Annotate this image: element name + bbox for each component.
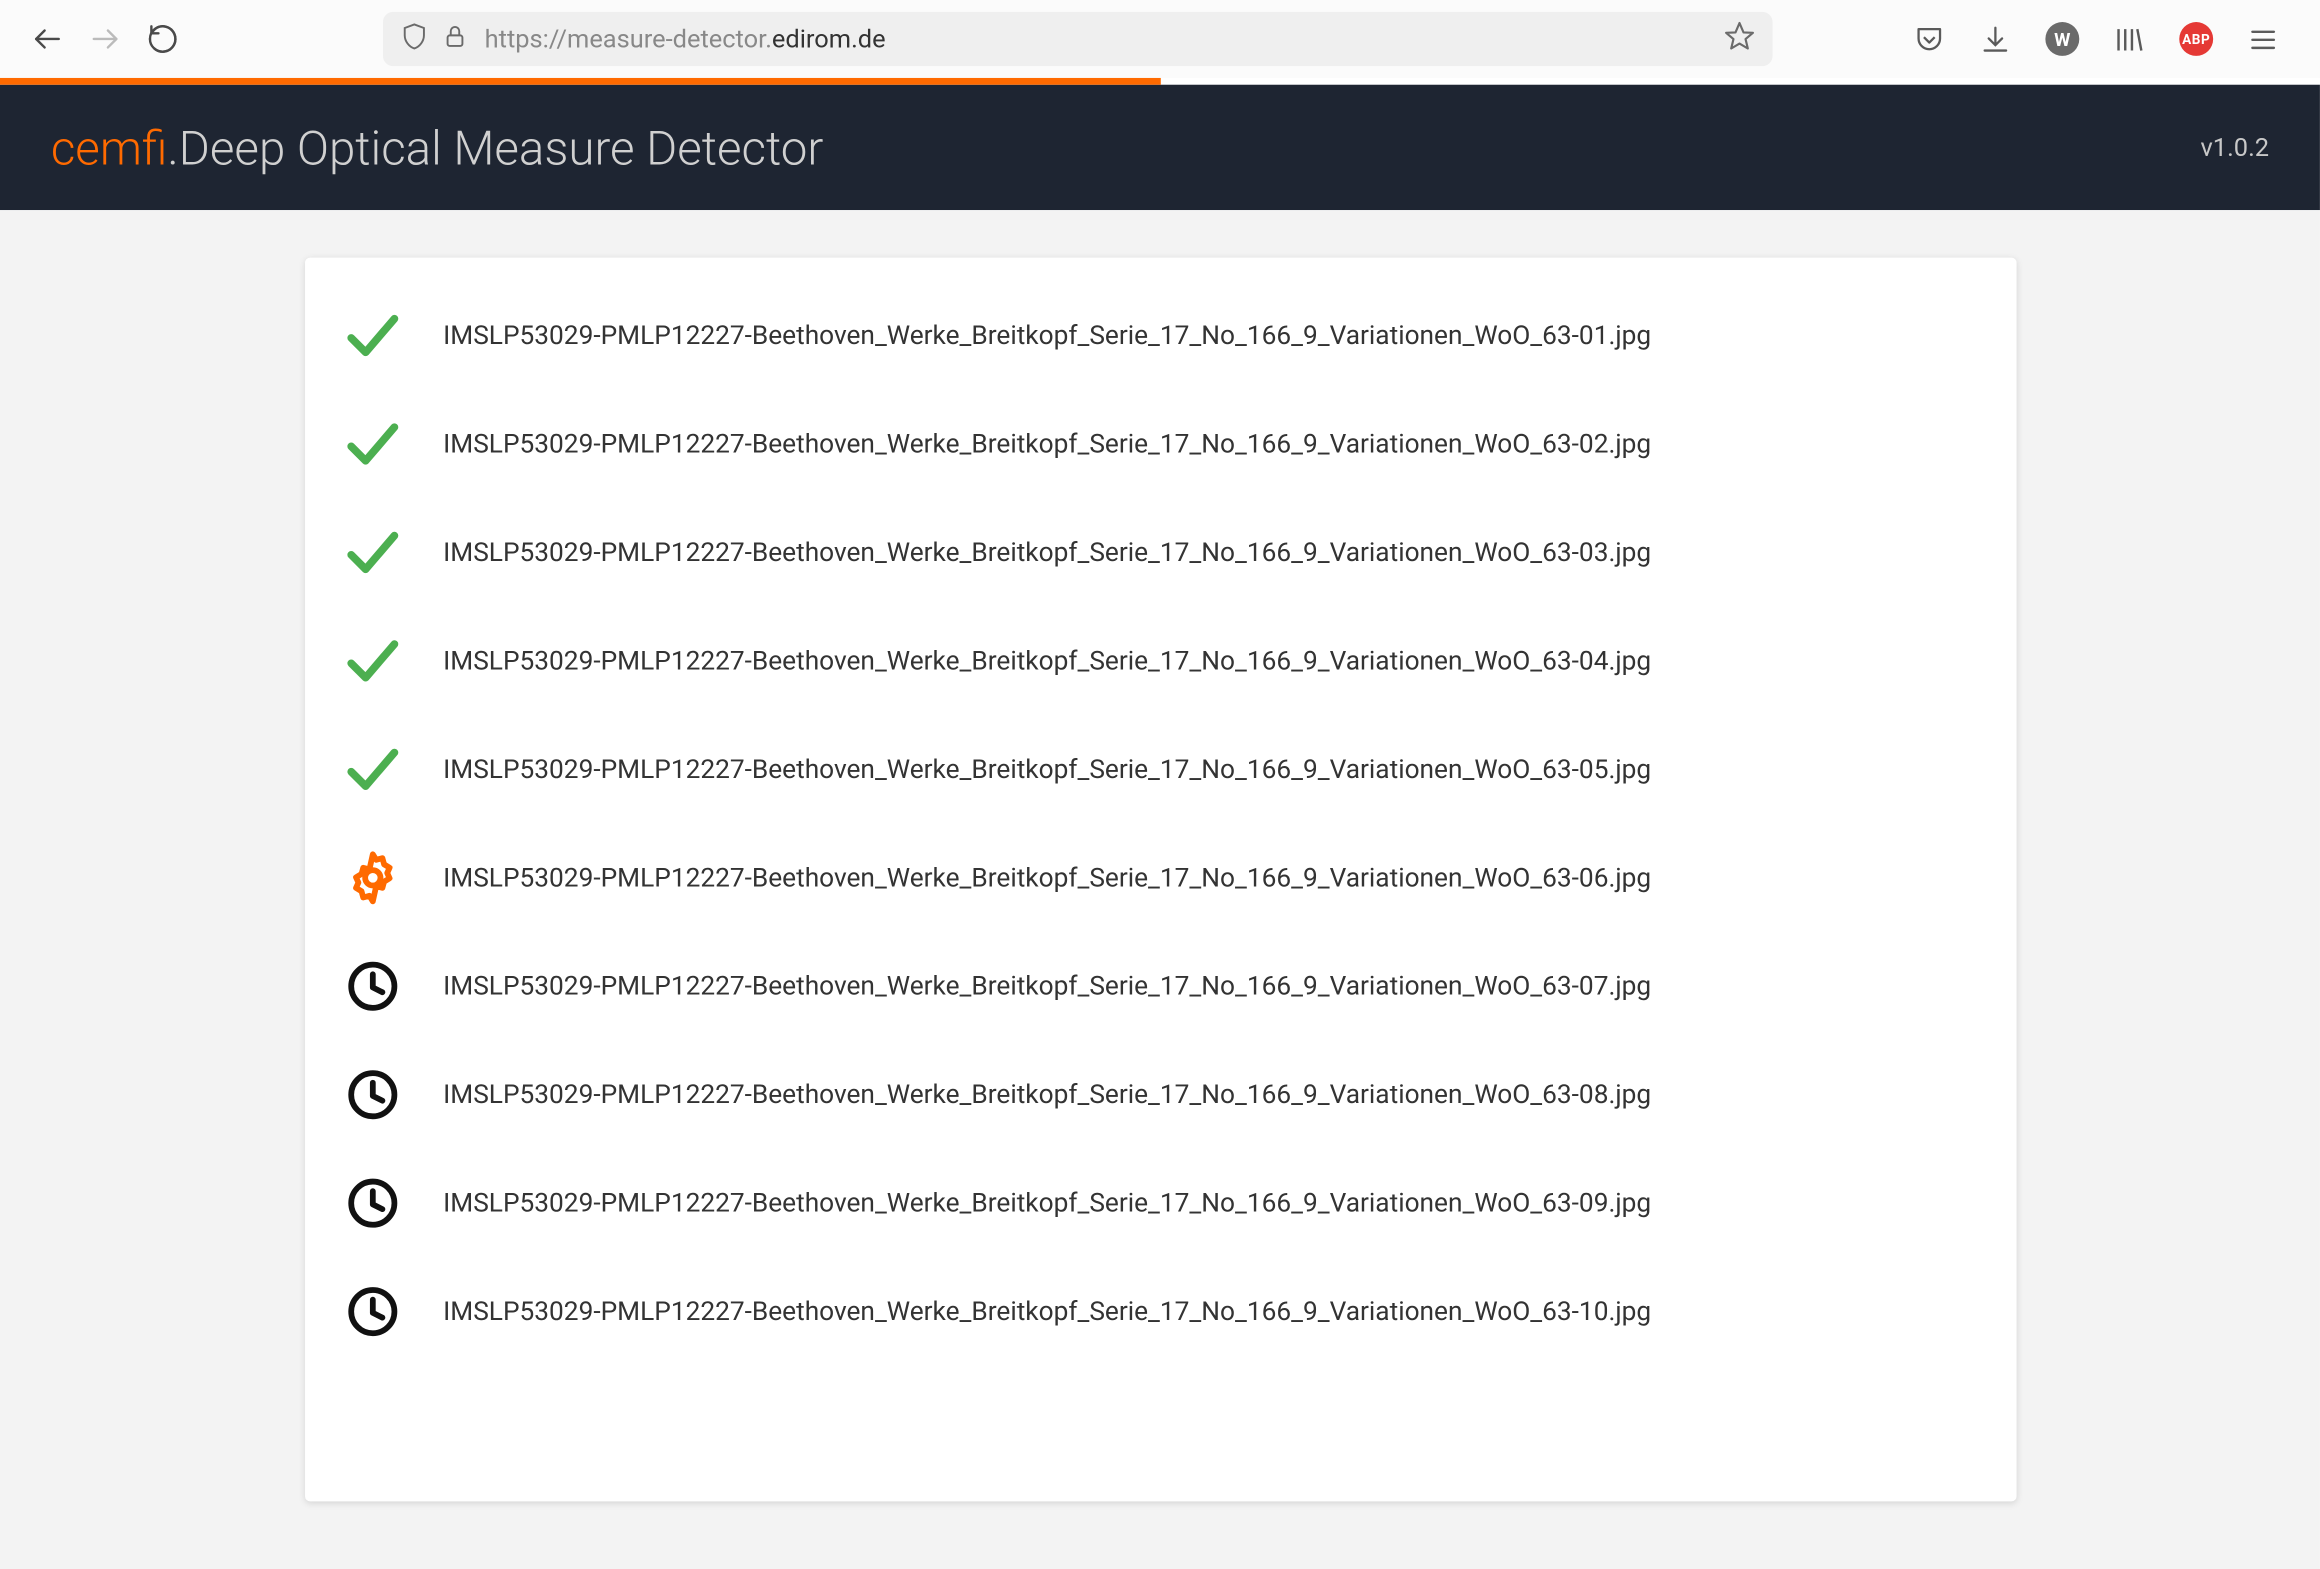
file-name: IMSLP53029-PMLP12227-Beethoven_Werke_Bre… [443, 971, 1651, 1002]
abp-extension-icon[interactable]: ABP [2179, 22, 2213, 56]
pocket-icon[interactable] [1913, 23, 1945, 55]
file-row[interactable]: IMSLP53029-PMLP12227-Beethoven_Werke_Bre… [341, 390, 1978, 498]
page-load-progress [0, 78, 2320, 85]
file-name: IMSLP53029-PMLP12227-Beethoven_Werke_Bre… [443, 429, 1651, 460]
file-row[interactable]: IMSLP53029-PMLP12227-Beethoven_Werke_Bre… [341, 607, 1978, 715]
file-name: IMSLP53029-PMLP12227-Beethoven_Werke_Bre… [443, 1296, 1651, 1327]
address-bar[interactable]: https://measure-detector.edirom.de [383, 12, 1773, 66]
file-row[interactable]: IMSLP53029-PMLP12227-Beethoven_Werke_Bre… [341, 1040, 1978, 1148]
back-button[interactable] [31, 22, 65, 56]
app-header: cemfi.Deep Optical Measure Detector v1.0… [0, 85, 2320, 210]
gear-icon [341, 847, 402, 908]
file-name: IMSLP53029-PMLP12227-Beethoven_Werke_Bre… [443, 754, 1651, 785]
check-icon [341, 413, 402, 474]
file-row[interactable]: IMSLP53029-PMLP12227-Beethoven_Werke_Bre… [341, 1149, 1978, 1257]
file-row[interactable]: IMSLP53029-PMLP12227-Beethoven_Werke_Bre… [341, 1257, 1978, 1365]
url-text: https://measure-detector.edirom.de [485, 24, 1707, 55]
lock-icon [442, 23, 467, 55]
browser-toolbar: https://measure-detector.edirom.de W ABP [0, 0, 2320, 78]
shield-icon [400, 21, 429, 57]
file-name: IMSLP53029-PMLP12227-Beethoven_Werke_Bre… [443, 537, 1651, 568]
file-row[interactable]: IMSLP53029-PMLP12227-Beethoven_Werke_Bre… [341, 498, 1978, 606]
download-icon[interactable] [1979, 23, 2011, 55]
file-name: IMSLP53029-PMLP12227-Beethoven_Werke_Bre… [443, 1188, 1651, 1219]
file-name: IMSLP53029-PMLP12227-Beethoven_Werke_Bre… [443, 646, 1651, 677]
file-name: IMSLP53029-PMLP12227-Beethoven_Werke_Bre… [443, 320, 1651, 351]
clock-icon [341, 1281, 402, 1342]
check-icon [341, 522, 402, 583]
clock-icon [341, 1064, 402, 1125]
reload-button[interactable] [146, 22, 180, 56]
file-row[interactable]: IMSLP53029-PMLP12227-Beethoven_Werke_Bre… [341, 281, 1978, 389]
bookmark-star-icon[interactable] [1723, 19, 1755, 58]
file-name: IMSLP53029-PMLP12227-Beethoven_Werke_Bre… [443, 863, 1651, 894]
file-name: IMSLP53029-PMLP12227-Beethoven_Werke_Bre… [443, 1079, 1651, 1110]
version-label: v1.0.2 [2200, 132, 2269, 163]
file-row[interactable]: IMSLP53029-PMLP12227-Beethoven_Werke_Bre… [341, 715, 1978, 823]
page-title: cemfi.Deep Optical Measure Detector [51, 119, 824, 175]
file-row[interactable]: IMSLP53029-PMLP12227-Beethoven_Werke_Bre… [341, 932, 1978, 1040]
clock-icon [341, 956, 402, 1017]
file-row[interactable]: IMSLP53029-PMLP12227-Beethoven_Werke_Bre… [341, 824, 1978, 932]
check-icon [341, 630, 402, 691]
file-list-card: IMSLP53029-PMLP12227-Beethoven_Werke_Bre… [304, 258, 2016, 1502]
check-icon [341, 739, 402, 800]
w-extension-icon[interactable]: W [2045, 22, 2079, 56]
check-icon [341, 305, 402, 366]
forward-button[interactable] [88, 22, 122, 56]
content-area: IMSLP53029-PMLP12227-Beethoven_Werke_Bre… [0, 210, 2320, 1569]
clock-icon [341, 1173, 402, 1234]
library-icon[interactable] [2113, 23, 2145, 55]
hamburger-menu-icon[interactable] [2247, 23, 2279, 55]
